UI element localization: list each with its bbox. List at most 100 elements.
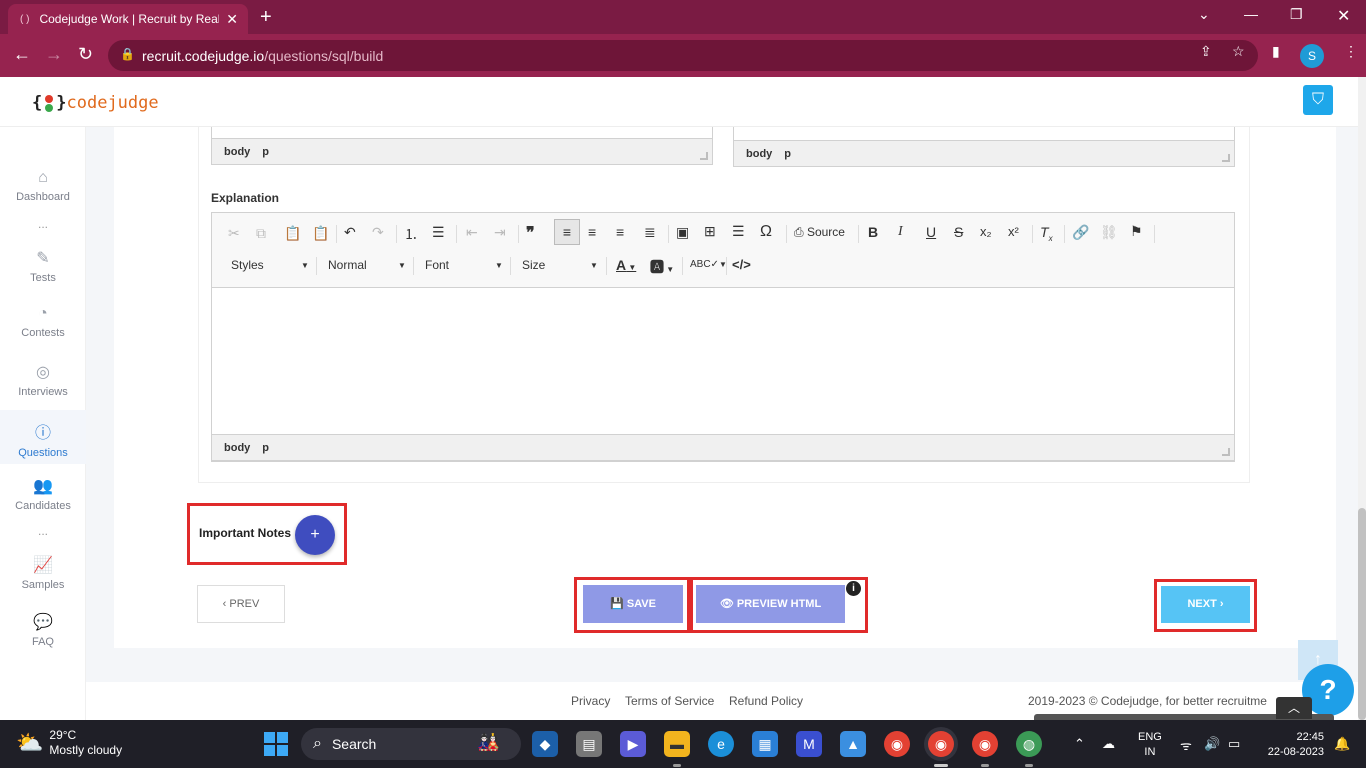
copy-icon[interactable]: ⧉ [256,225,266,242]
undo-icon[interactable]: ↶ [344,224,356,241]
redo-icon[interactable]: ↷ [372,224,384,241]
minimize-icon[interactable]: — [1244,6,1258,22]
video-call-icon[interactable]: ▶ [620,731,646,757]
page-scrollbar-thumb[interactable] [1358,508,1366,720]
link-icon[interactable]: 🔗 [1072,224,1089,241]
table-icon[interactable]: ⊞ [704,223,716,240]
paste-text-icon[interactable]: 📋 [312,225,329,242]
chrome-active-icon[interactable]: ◉ [928,731,954,757]
cut-icon[interactable]: ✂ [228,225,240,242]
bulleted-list-icon[interactable]: ☰ [432,224,445,241]
taskbar-search[interactable]: ⌕ Search 🎎 [301,728,521,760]
language-indicator[interactable]: ENG IN [1138,730,1162,760]
format-dropdown[interactable]: Normal ▼ [328,258,408,272]
path-p[interactable]: p [262,146,269,158]
indent-icon[interactable]: ⇥ [494,224,506,241]
notification-bell-icon[interactable]: 🔔 [1334,736,1350,752]
maximize-icon[interactable]: ❐ [1290,6,1303,23]
resize-handle-icon[interactable] [700,152,708,160]
browser-tab[interactable]: ( ) Codejudge Work | Recruit by Real ✕ [8,4,248,34]
reload-icon[interactable]: ↻ [78,44,93,65]
app-icon-pre[interactable]: ◆ [532,731,558,757]
tab-search-chevron-icon[interactable]: ⌄ [1198,6,1210,23]
browser-menu-icon[interactable]: ⋮ [1344,43,1358,60]
sidebar-item-tests[interactable]: ✎ Tests [0,248,86,284]
chrome-icon[interactable]: ◉ [884,731,910,757]
volume-icon[interactable]: 🔊 [1204,736,1220,752]
path-p[interactable]: p [262,442,269,454]
anchor-flag-icon[interactable]: ⚑ [1130,223,1143,240]
preview-html-button[interactable]: 👁 PREVIEW HTML [696,585,845,623]
address-bar[interactable]: 🔒 recruit.codejudge.io/questions/sql/bui… [108,40,1258,71]
sidebar-item-samples[interactable]: 📈 Samples [0,555,86,591]
horizontal-rule-icon[interactable]: ☰ [732,223,745,240]
window-close-icon[interactable]: ✕ [1337,6,1350,26]
styles-dropdown[interactable]: Styles ▼ [231,258,311,272]
superscript-icon[interactable]: x² [1008,224,1019,239]
italic-icon[interactable]: I [898,224,903,240]
prev-button[interactable]: ‹ PREV [197,585,285,623]
subscript-icon[interactable]: x₂ [980,224,992,239]
wifi-icon[interactable]: ᯤ [1180,736,1192,754]
resize-handle-icon[interactable] [1222,154,1230,162]
profile-avatar[interactable]: S [1300,44,1324,68]
source-button[interactable]: ⎙ Source [794,225,845,240]
terms-link[interactable]: Terms of Service [625,694,714,708]
globe-app-icon[interactable]: ◍ [1016,731,1042,757]
blockquote-icon[interactable]: ❞ [526,223,535,243]
outdent-icon[interactable]: ⇤ [466,224,478,241]
bookmark-star-icon[interactable]: ☆ [1232,43,1245,60]
unlink-icon[interactable]: ⛓ [1100,224,1118,241]
strikethrough-icon[interactable]: S [954,224,963,240]
top-right-editor-area[interactable] [733,127,1235,141]
background-color-icon[interactable]: 🅰 ▼ [650,257,674,277]
next-button[interactable]: NEXT › [1161,586,1250,623]
remove-format-icon[interactable]: Tx [1040,224,1053,243]
forward-icon[interactable]: → [45,44,63,65]
privacy-link[interactable]: Privacy [571,694,610,708]
info-icon[interactable]: i [846,581,861,596]
numbered-list-icon[interactable]: ⒈ [404,224,418,244]
side-panel-icon[interactable]: ▮ [1272,43,1280,60]
code-snippet-icon[interactable]: </> [732,257,751,272]
paste-icon[interactable]: 📋 [284,225,301,242]
path-body[interactable]: body [746,148,772,160]
explanation-edit-area[interactable] [212,288,1234,434]
onedrive-cloud-icon[interactable]: ☁ [1102,736,1115,752]
clock[interactable]: 22:45 22-08-2023 [1258,730,1324,760]
refund-link[interactable]: Refund Policy [729,694,803,708]
underline-icon[interactable]: U [926,224,936,240]
codejudge-logo[interactable]: { } codejudge [32,93,159,113]
font-dropdown[interactable]: Font ▼ [425,258,505,272]
align-right-icon[interactable]: ≡ [616,224,624,240]
resize-handle-icon[interactable] [1222,448,1230,456]
sidebar-item-candidates[interactable]: 👥 Candidates [0,476,86,512]
sidebar-item-faq[interactable]: 💬 FAQ [0,612,86,648]
sidebar-item-contests[interactable]: ◔ Contests [0,305,86,339]
chevron-up-icon[interactable]: ︿ [1276,697,1312,719]
new-tab-icon[interactable]: + [260,6,272,29]
sidebar-item-questions[interactable]: ⓘ Questions [0,410,86,464]
app-icon-m[interactable]: M [796,731,822,757]
path-body[interactable]: body [224,442,250,454]
align-left-icon[interactable]: ≡ [554,219,580,245]
file-manager-icon[interactable]: ▤ [576,731,602,757]
align-center-icon[interactable]: ≡ [588,224,596,240]
text-color-icon[interactable]: A ▼ [616,257,636,273]
image-icon[interactable]: ▣ [676,224,689,241]
tray-chevron-up-icon[interactable]: ⌃ [1074,736,1085,752]
sidebar-item-dashboard[interactable]: ⌂ Dashboard [0,169,86,203]
special-char-icon[interactable]: Ω [760,223,772,241]
add-note-button[interactable]: + [295,515,335,555]
back-icon[interactable]: ← [13,44,31,65]
path-p[interactable]: p [784,148,791,160]
photos-icon[interactable]: ▲ [840,731,866,757]
align-justify-icon[interactable]: ≣ [644,224,656,241]
bold-icon[interactable]: B [868,224,878,240]
chrome-profile-icon[interactable]: ◉ [972,731,998,757]
spellcheck-icon[interactable]: ABC✓▼ [690,259,727,270]
size-dropdown[interactable]: Size ▼ [522,258,602,272]
save-button[interactable]: 💾 SAVE [583,585,683,623]
edge-icon[interactable]: e [708,731,734,757]
path-body[interactable]: body [224,146,250,158]
